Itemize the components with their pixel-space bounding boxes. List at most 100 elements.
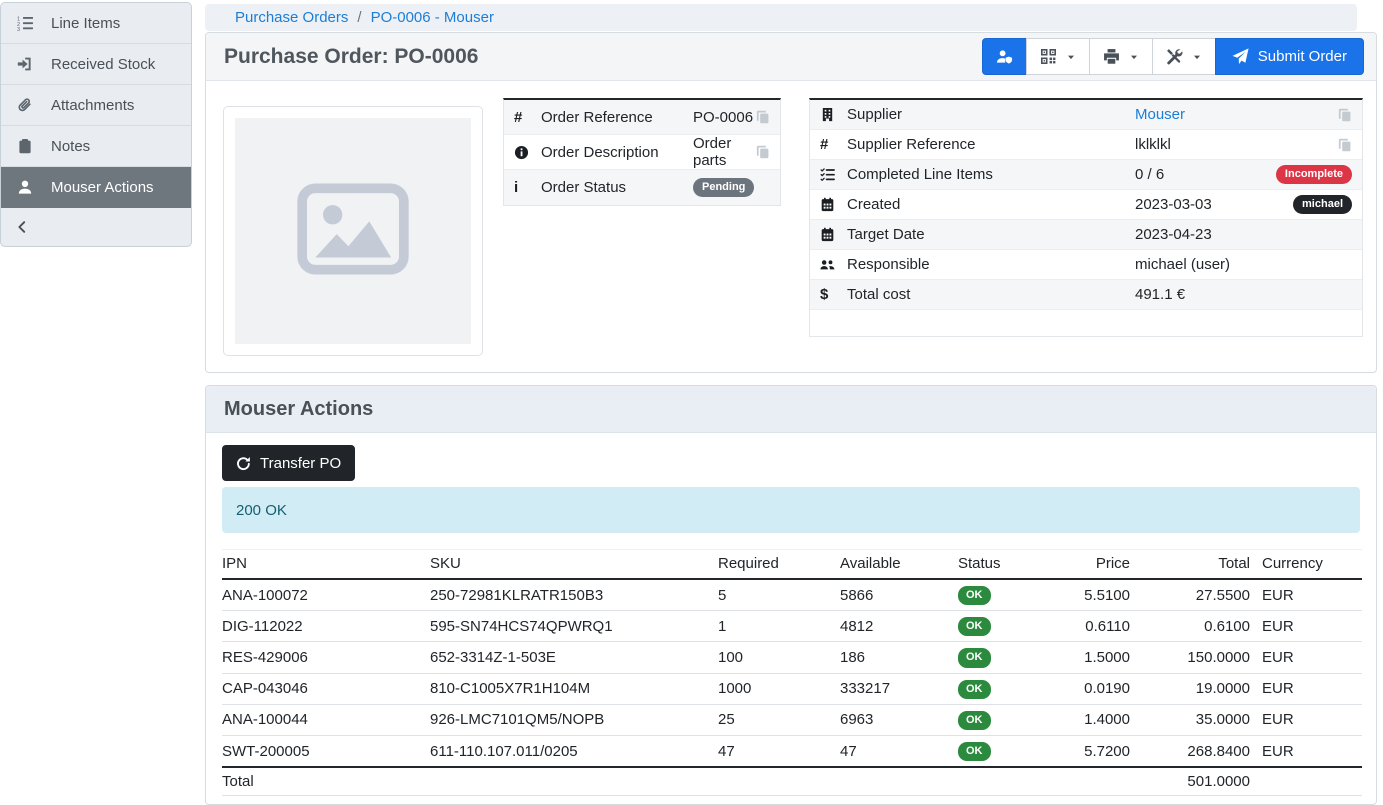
table-row: ANA-100044926-LMC7101QM5/NOPB256963OK1.4… [222, 704, 1362, 735]
detail-row-completed-line-items: Completed Line Items0 / 6Incomplete [810, 160, 1362, 190]
status-ok-badge: OK [958, 742, 991, 761]
chevron-left-icon [15, 220, 29, 234]
available-cell: 186 [840, 642, 958, 673]
sidebar-item-received-stock[interactable]: Received Stock [1, 44, 191, 85]
column-header-required: Required [718, 550, 840, 580]
submit-order-label: Submit Order [1258, 48, 1347, 65]
line-items-table: IPNSKURequiredAvailableStatusPriceTotalC… [222, 549, 1362, 796]
status-cell: OK [958, 642, 1054, 673]
paperclip-icon [15, 97, 35, 113]
mouser-actions-panel-body: Transfer PO 200 OK IPNSKURequiredAvailab… [206, 433, 1376, 796]
transfer-result-alert: 200 OK [222, 487, 1360, 533]
currency-cell: EUR [1262, 673, 1362, 704]
order-details-table: #Order ReferencePO-0006Order Description… [503, 98, 781, 206]
order-image-placeholder[interactable] [223, 106, 483, 356]
detail-label: Order Status [541, 179, 693, 196]
detail-row-order-reference: #Order ReferencePO-0006 [504, 100, 780, 135]
order-status-badge: Pending [693, 178, 754, 197]
status-ok-badge: OK [958, 680, 991, 699]
required-cell: 1 [718, 611, 840, 642]
sidebar-item-label: Notes [51, 138, 90, 155]
status-ok-badge: OK [958, 586, 991, 605]
transfer-po-button[interactable]: Transfer PO [222, 445, 355, 481]
printer-icon [1103, 48, 1120, 65]
info-icon: i [514, 179, 518, 196]
ipn-cell: CAP-043046 [222, 673, 430, 704]
svg-text:3: 3 [17, 27, 20, 31]
status-cell: OK [958, 579, 1054, 611]
detail-value-responsible: michael (user) [1135, 256, 1230, 273]
currency-cell: EUR [1262, 579, 1362, 611]
detail-row-supplier-reference: #Supplier Referencelklklkl [810, 130, 1362, 160]
info-circle-icon [514, 145, 529, 160]
price-cell: 0.6110 [1054, 611, 1142, 642]
barcode-actions-button[interactable] [1026, 38, 1090, 75]
table-row: SWT-200005611-110.107.011/02054747OK5.72… [222, 735, 1362, 767]
price-cell: 1.5000 [1054, 642, 1142, 673]
sidebar-item-notes[interactable]: Notes [1, 126, 191, 167]
total-label: Total [222, 767, 430, 796]
sidebar-item-mouser-actions[interactable]: Mouser Actions [1, 167, 191, 208]
copy-icon[interactable] [1338, 138, 1352, 152]
detail-label: Supplier [847, 106, 1135, 123]
caret-down-icon [1066, 52, 1076, 62]
status-ok-badge: OK [958, 711, 991, 730]
hash-icon: # [820, 136, 828, 153]
sku-cell: 611-110.107.011/0205 [430, 735, 718, 767]
detail-value-completed-line-items: 0 / 6 [1135, 166, 1164, 183]
required-cell: 25 [718, 704, 840, 735]
currency-cell: EUR [1262, 735, 1362, 767]
column-header-currency: Currency [1262, 550, 1362, 580]
status-ok-badge: OK [958, 617, 991, 636]
detail-row-empty [810, 310, 1362, 336]
table-row: RES-429006652-3314Z-1-503E100186OK1.5000… [222, 642, 1362, 673]
breadcrumb: Purchase Orders / PO-0006 - Mouser [205, 4, 1357, 31]
breadcrumb-link-current-order[interactable]: PO-0006 - Mouser [371, 9, 494, 26]
sku-cell: 926-LMC7101QM5/NOPB [430, 704, 718, 735]
calendar-icon [820, 197, 835, 212]
order-toolbar: Submit Order [982, 38, 1364, 75]
clipboard-icon [15, 138, 35, 154]
column-header-ipn: IPN [222, 550, 430, 580]
detail-value-supplier[interactable]: Mouser [1135, 106, 1185, 123]
sidebar-collapse-button[interactable] [1, 208, 191, 246]
copy-icon[interactable] [756, 110, 770, 124]
order-actions-button[interactable] [1152, 38, 1216, 75]
detail-label: Target Date [847, 226, 1135, 243]
image-placeholder-inner [235, 118, 471, 344]
detail-row-order-description: Order DescriptionOrder parts [504, 135, 780, 170]
column-header-available: Available [840, 550, 958, 580]
column-header-total: Total [1142, 550, 1262, 580]
sidebar-item-line-items[interactable]: 123Line Items [1, 3, 191, 44]
available-cell: 5866 [840, 579, 958, 611]
column-header-price: Price [1054, 550, 1142, 580]
column-header-sku: SKU [430, 550, 718, 580]
required-cell: 47 [718, 735, 840, 767]
required-cell: 5 [718, 579, 840, 611]
available-cell: 4812 [840, 611, 958, 642]
detail-value-total-cost: 491.1 € [1135, 286, 1185, 303]
image-icon [292, 168, 414, 294]
price-cell: 5.7200 [1054, 735, 1142, 767]
breadcrumb-link-purchase-orders[interactable]: Purchase Orders [235, 9, 348, 26]
detail-value-order-reference: PO-0006 [693, 109, 753, 126]
copy-icon[interactable] [756, 145, 770, 159]
copy-icon[interactable] [1338, 108, 1352, 122]
submit-order-button[interactable]: Submit Order [1215, 38, 1364, 75]
tools-icon [1166, 48, 1183, 65]
user-permissions-button[interactable] [982, 38, 1027, 75]
detail-row-order-status: i Order StatusPending [504, 170, 780, 205]
status-ok-badge: OK [958, 648, 991, 667]
available-cell: 333217 [840, 673, 958, 704]
sidebar-item-label: Received Stock [51, 56, 155, 73]
detail-value-target-date: 2023-04-23 [1135, 226, 1212, 243]
print-actions-button[interactable] [1089, 38, 1153, 75]
building-icon [820, 107, 835, 122]
detail-value-supplier-reference: lklklkl [1135, 136, 1171, 153]
sidebar-item-attachments[interactable]: Attachments [1, 85, 191, 126]
sidebar-item-label: Line Items [51, 15, 120, 32]
detail-label: Completed Line Items [847, 166, 1135, 183]
currency-cell: EUR [1262, 704, 1362, 735]
total-cell: 27.5500 [1142, 579, 1262, 611]
table-row: ANA-100072250-72981KLRATR150B355866OK5.5… [222, 579, 1362, 611]
